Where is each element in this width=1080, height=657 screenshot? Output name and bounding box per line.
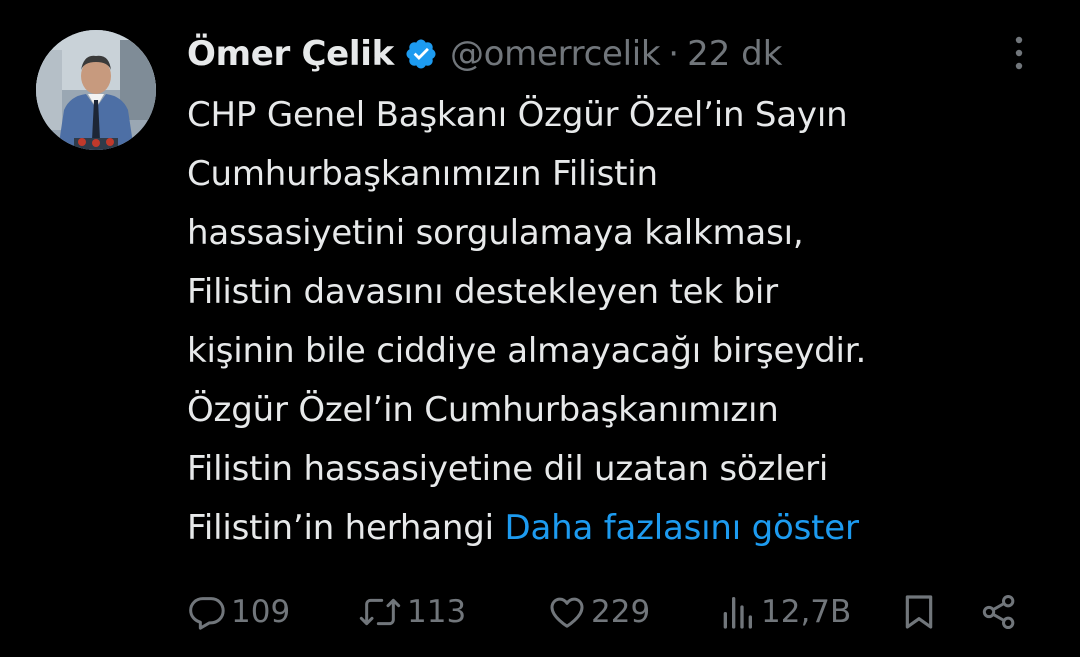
show-more-link[interactable]: Daha fazlasını göster (505, 508, 859, 548)
tweet-text-truncated: Filistin’in herhangi (187, 508, 505, 548)
tweet-text: CHP Genel Başkanı Özgür Özel’in Sayın Cu… (187, 86, 1067, 558)
views-icon (717, 592, 757, 632)
like-button[interactable]: 229 (547, 586, 650, 638)
tweet-text-line: Filistin hassasiyetine dil uzatan sözler… (187, 449, 829, 489)
author-display-name[interactable]: Ömer Çelik (187, 34, 394, 74)
retweet-icon (357, 592, 403, 632)
tweet-text-line: Özgür Özel’in Cumhurbaşkanımızın (187, 390, 779, 430)
reply-icon (187, 592, 227, 632)
tweet-header: Ömer Çelik @omerrcelik · 22 dk (187, 26, 782, 82)
share-icon (979, 592, 1019, 632)
tweet-text-line: Filistin davasını destekleyen tek bir (187, 272, 778, 312)
retweet-button[interactable]: 113 (357, 586, 466, 638)
verified-badge-icon (404, 37, 438, 71)
tweet-text-last-line: Filistin’in herhangi Daha fazlasını göst… (187, 499, 1067, 558)
bookmark-button[interactable] (899, 586, 939, 638)
share-button[interactable] (979, 586, 1019, 638)
avatar[interactable] (36, 30, 156, 150)
views-button[interactable]: 12,7B (717, 586, 851, 638)
tweet[interactable]: Ömer Çelik @omerrcelik · 22 dk CHP Genel… (0, 0, 1080, 657)
more-vertical-icon[interactable] (1007, 34, 1031, 74)
author-handle[interactable]: @omerrcelik (450, 34, 661, 74)
avatar-photo (36, 30, 156, 150)
tweet-text-line: kişinin bile ciddiye almayacağı birşeydi… (187, 331, 867, 371)
reply-button[interactable]: 109 (187, 586, 290, 638)
like-count: 229 (591, 594, 651, 630)
tweet-text-line: Cumhurbaşkanımızın Filistin (187, 154, 658, 194)
bookmark-icon (899, 592, 939, 632)
tweet-text-line: hassasiyetini sorgulamaya kalkması, (187, 213, 804, 253)
tweet-timestamp[interactable]: 22 dk (687, 34, 782, 74)
heart-icon (547, 592, 587, 632)
views-count: 12,7B (761, 594, 852, 630)
reply-count: 109 (231, 594, 291, 630)
tweet-actions: 109 113 229 12,7B (187, 586, 1027, 638)
header-separator: · (668, 34, 680, 74)
tweet-text-line: CHP Genel Başkanı Özgür Özel’in Sayın (187, 95, 848, 135)
retweet-count: 113 (407, 594, 467, 630)
